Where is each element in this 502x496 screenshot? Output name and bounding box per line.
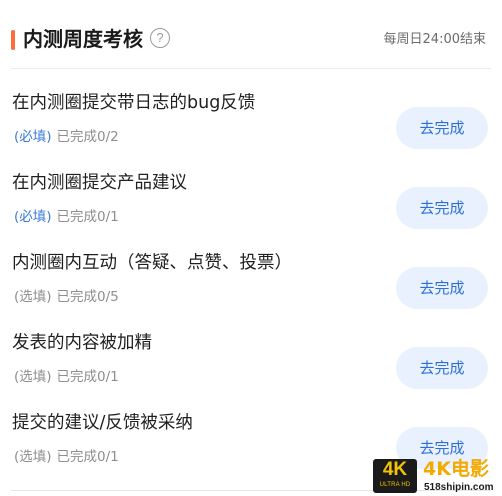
task-meta: (选填) 已完成0/1 <box>14 368 119 386</box>
optional-tag: (选填) <box>14 369 52 385</box>
task-item: 在内测圈提交带日志的bug反馈 (必填) 已完成0/2 去完成 <box>0 80 502 160</box>
task-title: 发表的内容被加精 <box>12 333 152 353</box>
required-tag: (必填) <box>14 129 52 145</box>
required-tag: (必填) <box>14 209 52 225</box>
complete-button[interactable]: 去完成 <box>396 347 488 389</box>
watermark-url: 518shipin.com <box>424 482 494 493</box>
watermark-title: 4K电影 <box>423 458 489 480</box>
section-title: 内测周度考核 <box>23 27 143 51</box>
accent-bar <box>11 30 15 50</box>
task-meta: (选填) 已完成0/5 <box>14 288 119 306</box>
task-title: 在内测圈提交带日志的bug反馈 <box>12 93 256 113</box>
help-icon[interactable]: ? <box>150 28 170 48</box>
task-title: 在内测圈提交产品建议 <box>12 173 187 193</box>
task-progress: 已完成0/1 <box>56 369 119 385</box>
task-progress: 已完成0/1 <box>56 209 119 225</box>
task-progress: 已完成0/2 <box>56 129 119 145</box>
watermark-badge-text: 4K <box>382 459 408 480</box>
watermark: 4K ULTRA HD 4K电影 518shipin.com <box>373 457 502 496</box>
optional-tag: (选填) <box>14 449 52 465</box>
task-title: 提交的建议/反馈被采纳 <box>12 413 193 433</box>
watermark-badge-subtext: ULTRA HD <box>379 482 411 488</box>
task-meta: (必填) 已完成0/1 <box>14 208 119 226</box>
complete-button[interactable]: 去完成 <box>396 187 488 229</box>
complete-button[interactable]: 去完成 <box>396 267 488 309</box>
task-progress: 已完成0/5 <box>56 289 119 305</box>
task-item: 内测圈内互动（答疑、点赞、投票） (选填) 已完成0/5 去完成 <box>0 240 502 320</box>
section-header: 内测周度考核 ? 每周日24:00结束 <box>0 0 502 80</box>
task-progress: 已完成0/1 <box>56 449 119 465</box>
task-item: 在内测圈提交产品建议 (必填) 已完成0/1 去完成 <box>0 160 502 240</box>
task-meta: (选填) 已完成0/1 <box>14 448 119 466</box>
header-divider <box>11 68 491 69</box>
optional-tag: (选填) <box>14 289 52 305</box>
watermark-badge: 4K ULTRA HD <box>373 459 417 493</box>
task-item: 发表的内容被加精 (选填) 已完成0/1 去完成 <box>0 320 502 400</box>
task-title: 内测圈内互动（答疑、点赞、投票） <box>12 253 292 273</box>
complete-button[interactable]: 去完成 <box>396 107 488 149</box>
deadline-text: 每周日24:00结束 <box>383 32 486 47</box>
task-meta: (必填) 已完成0/2 <box>14 128 119 146</box>
